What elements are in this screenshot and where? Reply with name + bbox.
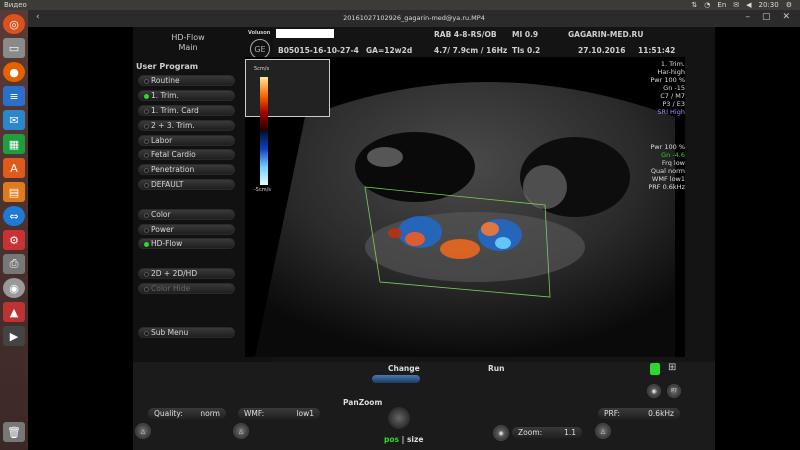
color-scale-bar	[260, 77, 268, 185]
mode-2d-2dhd[interactable]: 2D + 2D/HD	[138, 268, 235, 279]
ga-value: GA=12w2d	[366, 46, 413, 55]
minimize-icon[interactable]: –	[745, 12, 750, 22]
volume-label: Voluson	[248, 30, 271, 36]
menu-item-penetration[interactable]: Penetration	[138, 164, 235, 175]
launcher-sidebar: ◎ ▭ ● ≡ ✉ ▦ A ▤ ⇔ ⚙ ⎙ ◉ ▲ ▶ 🗑	[0, 10, 28, 450]
video-player-icon[interactable]: ▶	[3, 326, 25, 346]
amniotic-fluid	[355, 132, 475, 202]
patient-name-field	[276, 29, 334, 38]
imaging-params: 1. Trim. Har-high Pwr 100 % Gn -15 C7 / …	[650, 60, 685, 116]
bottom-control-bar	[133, 362, 715, 450]
mail-icon[interactable]: ✉	[733, 1, 739, 9]
mi-value: MI 0.9	[512, 30, 539, 39]
system-settings-icon[interactable]: ⚙	[3, 230, 25, 250]
system-tray: ⇅ ◔ En ✉ ◀ 20:30 ⚙	[691, 0, 792, 10]
mode-logo: HD-Flow Main	[171, 33, 205, 52]
prf-field[interactable]: PRF: 0.6kHz	[598, 408, 680, 419]
network-icon[interactable]: ⇅	[691, 1, 697, 9]
probe-label: RAB 4-8-RS/OB	[434, 30, 497, 39]
change-label: Change	[388, 364, 420, 373]
change-rocker[interactable]	[372, 375, 420, 383]
menu-item-labor[interactable]: Labor	[138, 135, 235, 146]
media-icon[interactable]: ▲	[3, 302, 25, 322]
clock[interactable]: 20:30	[759, 1, 779, 9]
close-icon[interactable]: ✕	[782, 12, 790, 22]
volume-icon[interactable]: ◀	[746, 1, 751, 9]
time-value: 11:51:42	[638, 46, 676, 55]
firefox-icon[interactable]: ●	[3, 62, 25, 82]
patient-id: B05015-16-10-27-4	[278, 46, 359, 55]
printer-icon[interactable]: ⎙	[3, 254, 25, 274]
window-title: 20161027102926_gagarin-med@ya.ru.MP4	[343, 14, 485, 22]
mode-hd-flow[interactable]: HD-Flow	[138, 238, 235, 249]
tis-value: TIs 0.2	[512, 46, 541, 55]
menu-item-fetal-cardio[interactable]: Fetal Cardio	[138, 149, 235, 160]
prf-knob-icon[interactable]: △	[595, 423, 611, 439]
trackball-icon[interactable]	[388, 407, 410, 429]
wmf-field[interactable]: WMF: low1	[238, 408, 320, 419]
pos-size-label: pos | size	[384, 435, 424, 444]
color-hide-button[interactable]: Color Hide	[138, 283, 235, 294]
wifi-icon[interactable]: ◔	[704, 1, 710, 9]
run-label: Run	[488, 364, 505, 373]
wmf-knob-icon[interactable]: △	[233, 423, 249, 439]
menu-item-default[interactable]: DEFAULT	[138, 179, 235, 190]
window-title-bar: ‹ 20161027102926_gagarin-med@ya.ru.MP4 –…	[28, 10, 800, 27]
teamviewer-icon[interactable]: ⇔	[3, 206, 25, 226]
ge-logo-icon: GE	[250, 39, 270, 59]
system-top-bar: Видео ⇅ ◔ En ✉ ◀ 20:30 ⚙	[0, 0, 800, 10]
settings-gear-icon[interactable]: ⚙	[786, 1, 792, 9]
depth-value: 4.7/ 7.9cm / 16Hz	[434, 46, 508, 55]
panzoom-label: PanZoom	[343, 398, 383, 407]
flow-params: Pwr 100 % Gn -4.6 Frq low Qual norm WMF …	[648, 143, 685, 191]
submenu-button[interactable]: Sub Menu	[138, 327, 235, 338]
disc-icon[interactable]: ◉	[3, 278, 25, 298]
mode-color[interactable]: Color	[138, 209, 235, 220]
impress-icon[interactable]: ▤	[3, 182, 25, 202]
software-center-icon[interactable]: A	[3, 158, 25, 178]
thunderbird-icon[interactable]: ✉	[3, 110, 25, 130]
keyboard-icon[interactable]: En	[717, 1, 726, 9]
battery-icon	[650, 363, 660, 375]
menu-item-1-trim[interactable]: 1. Trim.	[138, 90, 235, 101]
files-icon[interactable]: ▭	[3, 38, 25, 58]
menu-item-2-3-trim[interactable]: 2 + 3. Trim.	[138, 120, 235, 131]
menu-title: User Program	[136, 62, 199, 71]
record-icon[interactable]: ◉	[647, 384, 661, 398]
device-icon: ⊞	[668, 362, 677, 373]
colorbar-bottom-label: -5cm/s	[254, 187, 271, 193]
menu-item-1-trim-card[interactable]: 1. Trim. Card	[138, 105, 235, 116]
zoom-knob-icon[interactable]: ◉	[493, 425, 509, 441]
writer-icon[interactable]: ≡	[3, 86, 25, 106]
video-frame: HD-Flow Main Voluson GE RAB 4-8-RS/OB MI…	[28, 27, 800, 450]
help-button[interactable]: P?	[667, 384, 681, 398]
zoom-field[interactable]: Zoom: 1.1	[512, 427, 582, 438]
active-app-name: Видео	[4, 1, 27, 9]
colorbar-top-label: 5cm/s	[254, 66, 270, 72]
menu-item-routine[interactable]: Routine	[138, 75, 235, 86]
date-value: 27.10.2016	[578, 46, 626, 55]
quality-field[interactable]: Quality: norm	[148, 408, 226, 419]
quality-knob-icon[interactable]: △	[135, 423, 151, 439]
calc-icon[interactable]: ▦	[3, 134, 25, 154]
maximize-icon[interactable]: ▢	[762, 12, 771, 22]
site-label: GAGARIN-MED.RU	[568, 30, 644, 39]
trash-icon[interactable]: 🗑	[3, 422, 25, 442]
dash-home-icon[interactable]: ◎	[3, 14, 25, 34]
mode-power[interactable]: Power	[138, 224, 235, 235]
